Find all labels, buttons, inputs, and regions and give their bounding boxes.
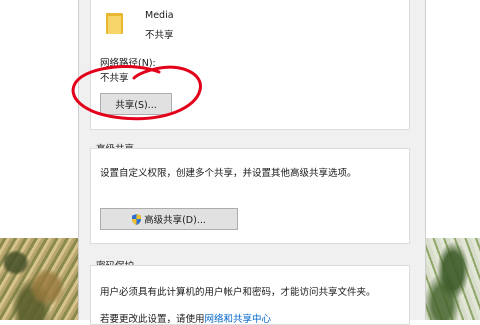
folder-share-status: 不共享 [145, 30, 174, 41]
background-photo-right [426, 238, 480, 320]
share-button[interactable]: 共享(S)... [100, 93, 172, 115]
folder-icon [106, 13, 123, 34]
advanced-sharing-description: 设置自定义权限，创建多个共享，并设置其他高级共享选项。 [100, 168, 357, 179]
advanced-sharing-button[interactable]: 高级共享(D)... [100, 208, 238, 230]
advanced-sharing-button-label: 高级共享(D)... [144, 215, 206, 226]
folder-name: Media [145, 10, 174, 21]
network-path-value: 不共享 [100, 73, 129, 84]
background-photo-left [0, 238, 78, 320]
uac-shield-icon [132, 213, 142, 225]
password-settings-hint: 若要更改此设置，请使用网络和共享中心 [100, 311, 271, 325]
network-path-label: 网络路径(N): [100, 58, 156, 69]
password-protection-description: 用户必须具有此计算机的用户帐户和密码，才能访问共享文件夹。 [100, 287, 376, 298]
